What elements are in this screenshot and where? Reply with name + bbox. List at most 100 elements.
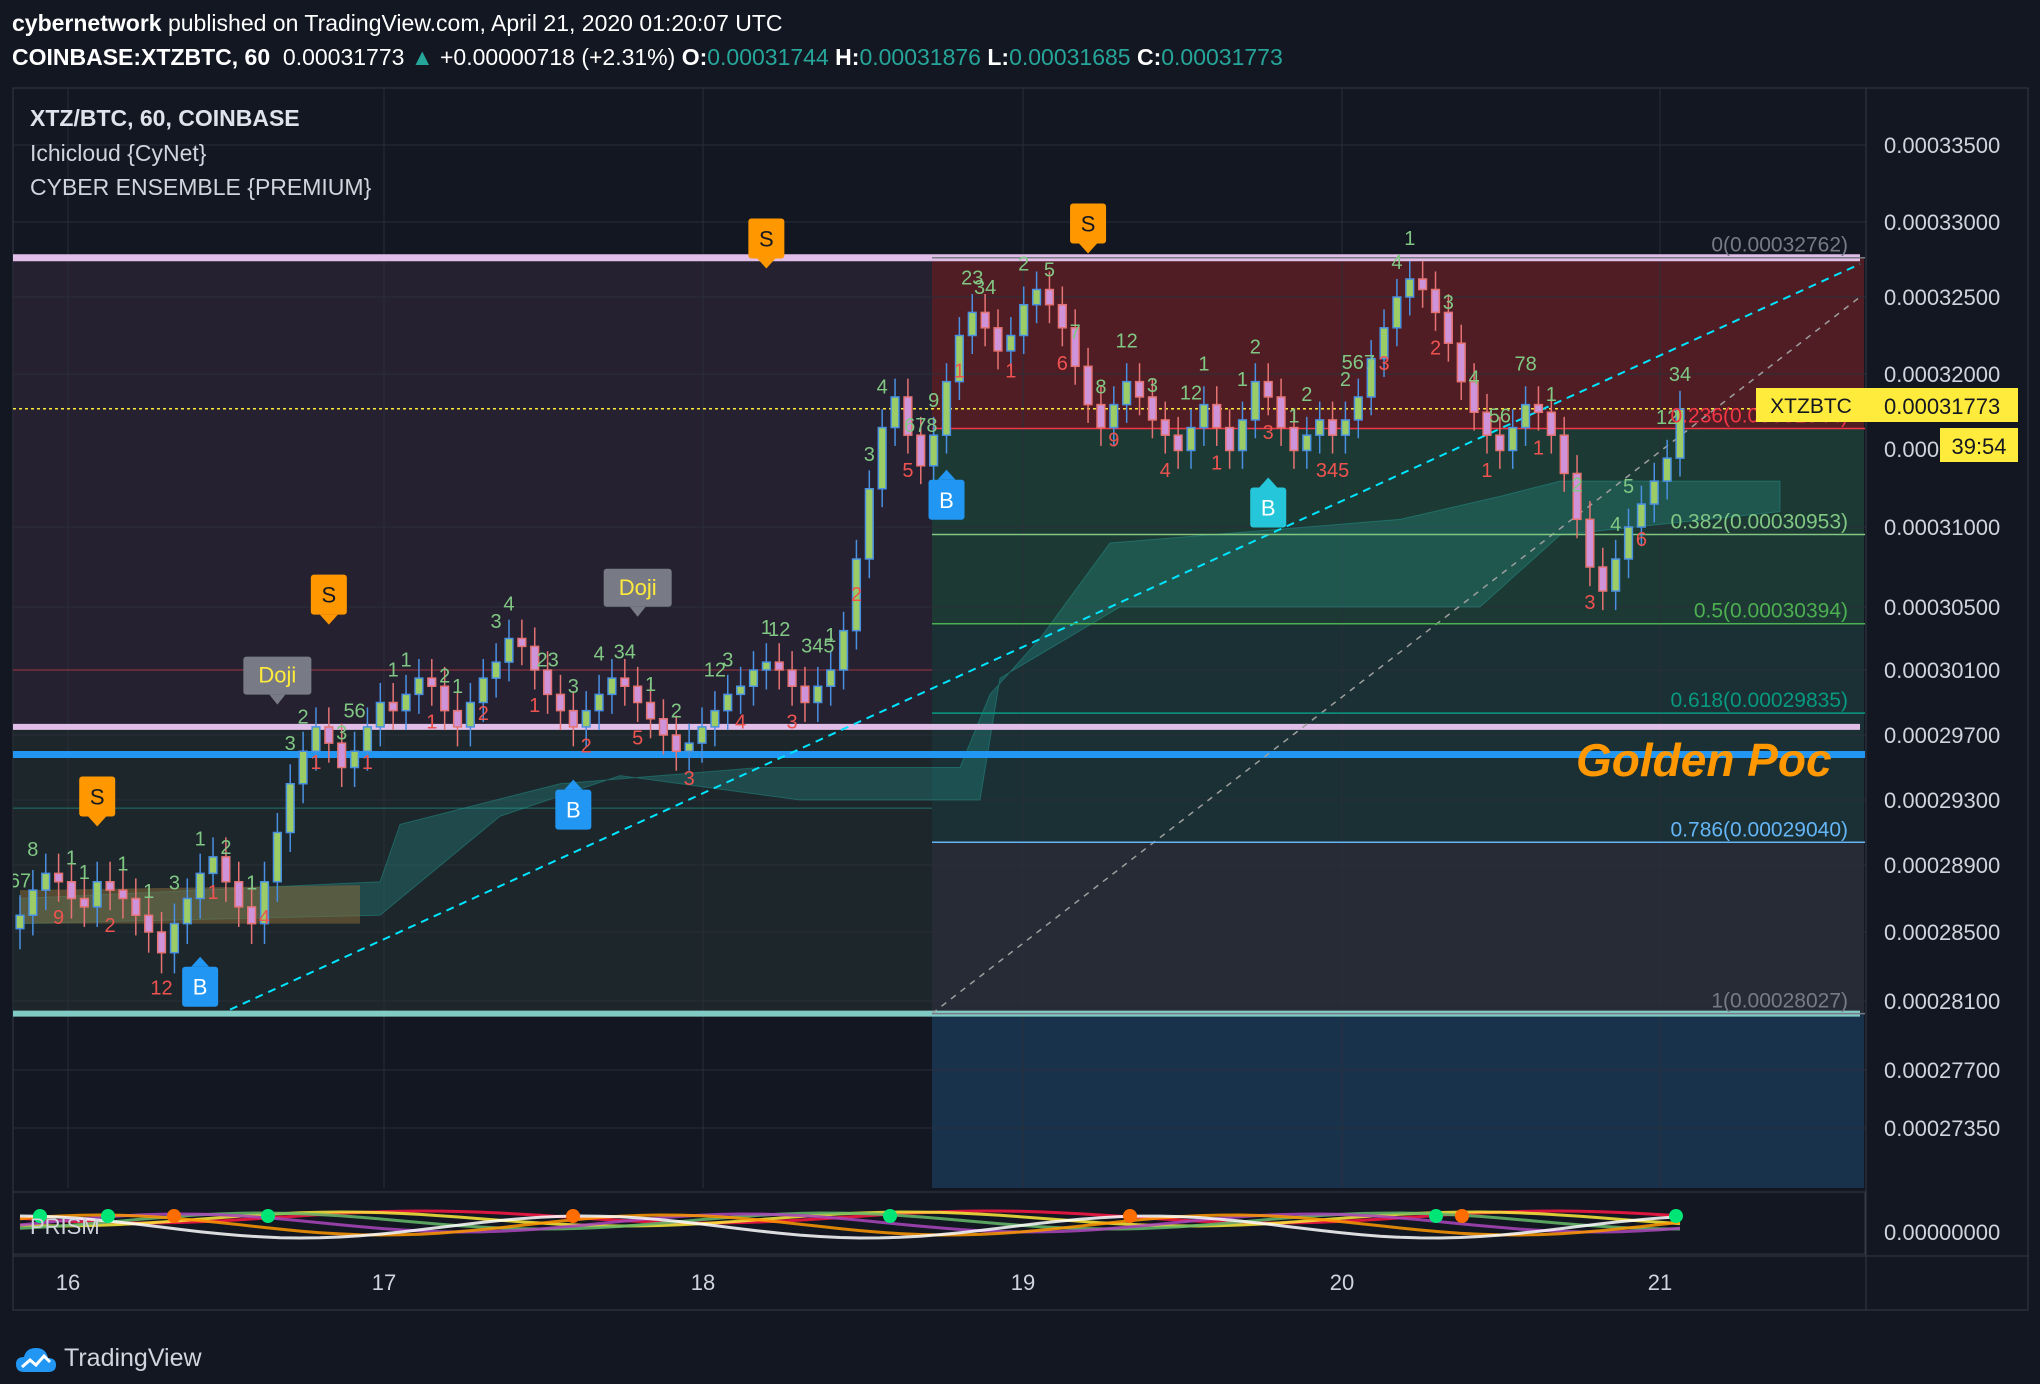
candle-body [761, 661, 771, 671]
count-label: 4 [594, 643, 605, 665]
indicator-cyber-ensemble[interactable]: CYBER ENSEMBLE {PREMIUM} [30, 174, 371, 201]
count-label: 4 [1610, 514, 1621, 536]
count-label: 4 [259, 907, 270, 929]
fib-level-label: 0.618(0.00029835) [1671, 689, 1849, 712]
count-label: 2 [671, 700, 682, 722]
candle-body [362, 726, 373, 752]
candle-body [41, 872, 51, 891]
candle-body [1405, 278, 1415, 298]
time-tick: 20 [1330, 1270, 1354, 1295]
candle-body [1057, 303, 1067, 329]
count-label: 1 [1481, 460, 1492, 482]
candle-body [864, 488, 874, 560]
count-label: 3 [491, 611, 502, 633]
candle-body [787, 669, 797, 687]
indicator-ichicloud[interactable]: Ichicloud {CyNet} [30, 140, 206, 167]
prism-dot [566, 1209, 580, 1223]
fib-zone-teal [932, 623, 1864, 843]
fib-level-label: 0.382(0.00030953) [1671, 511, 1849, 534]
candle-body [349, 750, 360, 769]
count-label: 3 [568, 676, 579, 698]
candle-body [388, 701, 398, 712]
count-label: 2 [1301, 384, 1312, 406]
fib-level-label: 0(0.00032762) [1711, 234, 1848, 257]
price-tick: 0.00033500 [1884, 133, 2000, 158]
count-label: 1 [1211, 453, 1222, 475]
candle-body [53, 872, 64, 883]
candle-body [1031, 288, 1042, 306]
candle-body [504, 637, 514, 663]
price-tick: 0.00027350 [1884, 1116, 2000, 1141]
count-label: 1 [310, 752, 321, 774]
candle-body [813, 685, 823, 704]
count-label: 3 [1147, 375, 1158, 397]
candle-body [1276, 396, 1286, 429]
candle-body [594, 693, 604, 712]
doji-label: Doji [258, 663, 296, 688]
candle-body [1134, 380, 1145, 398]
candle-body [929, 434, 939, 467]
count-label: 34 [1669, 364, 1691, 386]
current-price-tag-text: 0.00031773 [1884, 394, 2000, 419]
count-label: 12 [1180, 383, 1202, 405]
candle-body [1315, 419, 1325, 436]
candle-body [144, 914, 154, 933]
candle-body [28, 889, 38, 916]
sell-signal: S [90, 785, 105, 810]
candle-body [658, 718, 669, 736]
count-label: 2 [1430, 337, 1441, 359]
count-label: 6 [1636, 529, 1647, 551]
candle-body [221, 856, 231, 883]
candle-body [1353, 396, 1363, 421]
price-chart[interactable]: 6789112111231121432135611 112 1234123324 34… [0, 0, 2040, 1384]
candle-body [684, 742, 694, 752]
count-label: 345 [1316, 460, 1349, 482]
count-label: 1 [1546, 384, 1557, 406]
count-label: 2 [851, 584, 862, 606]
count-label: 1 [246, 873, 257, 895]
candle-body [1109, 403, 1119, 429]
candle-body [79, 897, 89, 908]
candle-body [1044, 288, 1055, 306]
candle-body [723, 693, 733, 712]
price-tick: 0.00030500 [1884, 595, 2000, 620]
price-tick: 0.00028100 [1884, 989, 2000, 1014]
candle-body [1520, 403, 1531, 429]
count-label: 4 [1469, 367, 1480, 389]
chart-legend-title[interactable]: XTZ/BTC, 60, COINBASE [30, 105, 300, 132]
candle-body [1019, 303, 1029, 337]
candle-body [1225, 426, 1235, 452]
prism-dot [1669, 1209, 1683, 1223]
left-range-zone [13, 257, 933, 727]
candle-body [620, 677, 630, 687]
count-label: 678 [904, 415, 937, 437]
buy-signal: B [939, 488, 954, 513]
candle-body [1327, 419, 1338, 436]
candle-body [272, 831, 282, 883]
prism-indicator-pane [12, 1191, 1866, 1255]
candle-body [1237, 419, 1248, 452]
candle-body [105, 881, 115, 891]
sell-signal: S [321, 583, 336, 608]
candle-body [427, 677, 437, 687]
candle-body [877, 426, 887, 490]
count-label: 567 [1342, 352, 1375, 374]
count-label: 2 [298, 706, 309, 728]
time-tick: 19 [1011, 1270, 1035, 1295]
prism-dot [167, 1209, 181, 1223]
candle-body [15, 914, 25, 930]
candle-body [465, 701, 475, 728]
count-label: 2 [478, 703, 489, 725]
count-label: 1 [388, 660, 399, 682]
candle-body [980, 311, 990, 329]
count-label: 9 [1108, 430, 1119, 452]
indicator-zero-tick: 0.00000000 [1884, 1220, 2000, 1245]
count-label: 2 [439, 666, 450, 688]
candle-body [1250, 380, 1260, 421]
count-label: 56 [343, 700, 365, 722]
candle-body [697, 726, 707, 744]
candle-body [1147, 396, 1158, 421]
candle-body [1122, 380, 1132, 406]
countdown-text: 39:54 [1951, 434, 2006, 459]
count-label: 1 [66, 848, 77, 870]
